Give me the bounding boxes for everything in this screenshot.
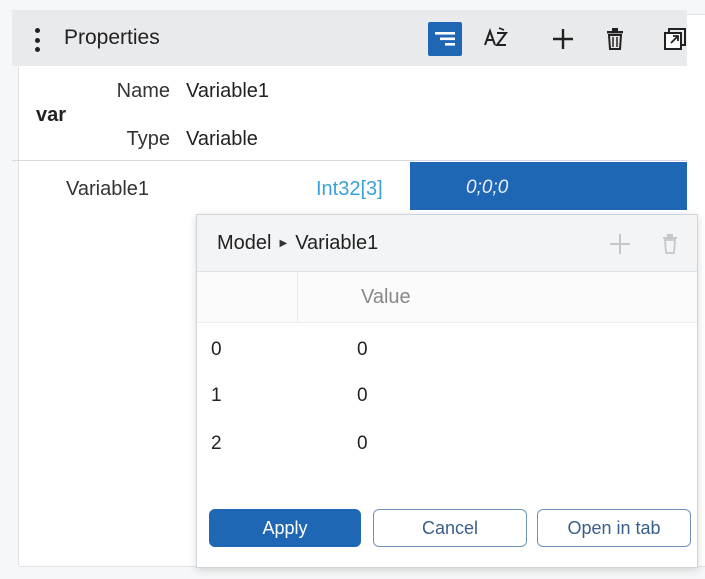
panel-title: Properties [64, 26, 160, 49]
editor-add-button[interactable] [607, 231, 633, 257]
name-key: Name [116, 80, 170, 102]
breadcrumb-separator-icon: ▶ [279, 238, 288, 249]
apply-button[interactable]: Apply [209, 509, 361, 547]
name-value[interactable]: Variable1 [186, 80, 269, 103]
row-index: 1 [211, 385, 222, 406]
properties-header: Properties [12, 10, 687, 66]
value-column-header: Value [361, 286, 411, 308]
cancel-button[interactable]: Cancel [373, 509, 527, 547]
row-value[interactable]: 0 [357, 339, 368, 361]
type-value[interactable]: Variable [186, 128, 258, 151]
sort-az-button[interactable] [480, 22, 514, 56]
row-index: 2 [211, 433, 222, 454]
column-header-row: Value [197, 272, 697, 323]
breadcrumb-item-model[interactable]: Model [217, 232, 271, 255]
open-in-tab-button[interactable]: Open in tab [537, 509, 691, 547]
editor-delete-button[interactable] [657, 231, 683, 257]
breadcrumb-item-variable[interactable]: Variable1 [295, 232, 378, 255]
variable-row-type: Int32[3] [316, 178, 383, 200]
type-key: Type [126, 128, 170, 150]
popout-button[interactable] [658, 22, 692, 56]
add-button[interactable] [546, 22, 580, 56]
kebab-menu-icon[interactable] [34, 28, 40, 52]
trash-icon [663, 234, 677, 254]
column-separator [297, 272, 298, 322]
row-value[interactable]: 0 [357, 385, 368, 407]
trash-icon [607, 28, 623, 50]
editor-header: Model ▶ Variable1 [197, 215, 697, 272]
variable-row-value[interactable]: 0;0;0 [410, 162, 687, 210]
sort-az-icon [484, 27, 508, 46]
popout-icon [664, 28, 686, 50]
add-icon [553, 29, 573, 49]
row-value[interactable]: 0 [357, 433, 368, 455]
filter-button[interactable] [428, 22, 462, 56]
filter-icon [435, 32, 455, 46]
array-editor-popup: Model ▶ Variable1 Value 0 0 1 0 2 0 Appl… [196, 214, 698, 568]
section-divider [12, 160, 687, 161]
variable-row-name[interactable]: Variable1 [66, 178, 149, 201]
var-label: var [36, 104, 67, 126]
add-icon [610, 234, 630, 254]
row-index: 0 [211, 339, 222, 360]
breadcrumb: Model ▶ Variable1 [217, 232, 378, 255]
delete-button[interactable] [598, 22, 632, 56]
